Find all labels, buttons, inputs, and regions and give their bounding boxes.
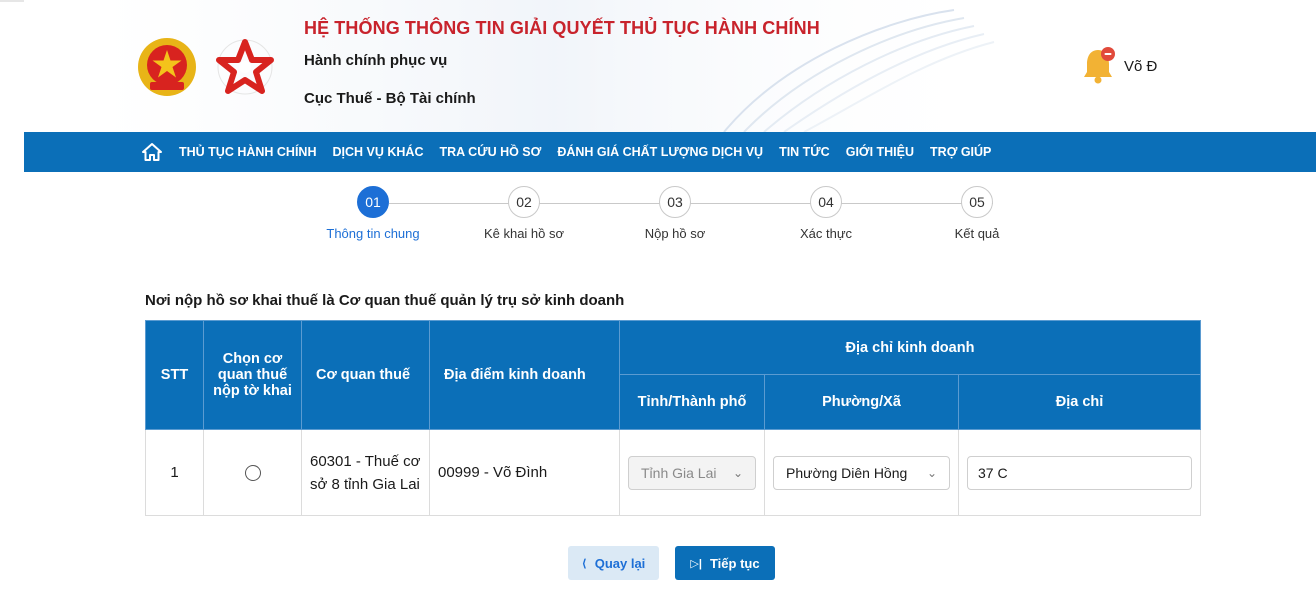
column-header-business-location: Địa điểm kinh doanh — [429, 320, 620, 430]
ward-select-value: Phường Diên Hồng — [786, 464, 908, 481]
step-verify: 04 Xác thực — [766, 186, 886, 241]
province-select-value: Tỉnh Gia Lai — [641, 464, 717, 481]
address-input[interactable]: 37 C — [967, 455, 1193, 490]
cell-choose — [203, 429, 302, 516]
site-header: HỆ THỐNG THÔNG TIN GIẢI QUYẾT THỦ TỤC HÀ… — [24, 0, 1316, 132]
column-header-ward: Phường/Xã — [764, 374, 959, 430]
notification-bell-icon[interactable] — [1082, 44, 1118, 84]
cell-ward: Phường Diên Hồng ⌄ — [764, 429, 959, 516]
agency-name: Cục Thuế - Bộ Tài chính — [304, 90, 476, 107]
column-header-choose-office: Chọn cơ quan thuế nộp tờ khai — [203, 320, 302, 430]
chevron-down-icon: ⌄ — [732, 465, 743, 480]
system-subtitle: Hành chính phục vụ — [304, 52, 448, 69]
province-select: Tỉnh Gia Lai ⌄ — [628, 455, 756, 490]
tax-office-table: STT Chọn cơ quan thuế nộp tờ khai Cơ qua… — [145, 320, 1202, 516]
nav-menu: THỦ TỤC HÀNH CHÍNH DỊCH VỤ KHÁC TRA CỨU … — [179, 132, 1007, 172]
column-header-address: Địa chỉ — [957, 374, 1202, 430]
step-number: 03 — [659, 186, 691, 218]
column-header-province: Tỉnh/Thành phố — [619, 374, 765, 430]
back-button[interactable]: ⟨ Quay lại — [568, 546, 659, 580]
home-icon[interactable] — [142, 142, 162, 162]
main-nav: THỦ TỤC HÀNH CHÍNH DỊCH VỤ KHÁC TRA CỨU … — [24, 132, 1316, 172]
nav-item-about[interactable]: GIỚI THIỆU — [846, 145, 914, 159]
step-label: Kê khai hồ sơ — [483, 226, 565, 241]
step-number: 04 — [810, 186, 842, 218]
address-input-value: 37 C — [978, 464, 1008, 481]
progress-stepper: 01 Thông tin chung 02 Kê khai hồ sơ 03 N… — [0, 186, 1316, 246]
section-title: Nơi nộp hồ sơ khai thuế là Cơ quan thuế … — [145, 292, 625, 309]
step-label: Thông tin chung — [326, 226, 420, 241]
step-number: 05 — [961, 186, 993, 218]
next-button[interactable]: ▷| Tiếp tục — [675, 546, 775, 580]
step-label: Nộp hồ sơ — [644, 226, 706, 241]
chevron-down-icon: ⌄ — [926, 465, 937, 480]
next-button-label: Tiếp tục — [709, 555, 760, 571]
step-label: Xác thực — [799, 226, 853, 241]
table-row: 1 60301 - Thuế cơ sở 8 tỉnh Gia Lai 0099… — [145, 429, 1202, 516]
back-button-label: Quay lại — [594, 555, 646, 571]
nav-item-news[interactable]: TIN TỨC — [779, 145, 830, 159]
tax-department-star-logo — [216, 39, 274, 95]
step-number: 02 — [508, 186, 540, 218]
national-emblem-logo — [138, 38, 196, 96]
nav-item-administrative-procedures[interactable]: THỦ TỤC HÀNH CHÍNH — [179, 145, 317, 159]
user-name[interactable]: Võ Đ — [1124, 58, 1157, 75]
skip-next-icon: ▷| — [690, 557, 702, 570]
page: HỆ THỐNG THÔNG TIN GIẢI QUYẾT THỦ TỤC HÀ… — [0, 0, 1316, 598]
cell-tax-office: 60301 - Thuế cơ sở 8 tỉnh Gia Lai — [301, 429, 430, 516]
cell-address: 37 C — [957, 429, 1202, 516]
nav-item-other-services[interactable]: DỊCH VỤ KHÁC — [333, 145, 424, 159]
nav-item-service-quality-rating[interactable]: ĐÁNH GIÁ CHẤT LƯỢNG DỊCH VỤ — [557, 145, 763, 159]
column-header-tax-office: Cơ quan thuế — [301, 320, 430, 430]
column-header-stt: STT — [145, 320, 204, 430]
column-header-business-address: Địa chỉ kinh doanh — [618, 320, 1202, 375]
nav-item-help[interactable]: TRỢ GIÚP — [930, 145, 991, 159]
step-declare-records: 02 Kê khai hồ sơ — [464, 186, 584, 241]
step-label: Kết quả — [954, 226, 1000, 241]
step-number: 01 — [357, 186, 389, 218]
step-submit-records: 03 Nộp hồ sơ — [615, 186, 735, 241]
system-title: HỆ THỐNG THÔNG TIN GIẢI QUYẾT THỦ TỤC HÀ… — [304, 18, 820, 38]
ward-select[interactable]: Phường Diên Hồng ⌄ — [773, 455, 950, 490]
cell-province: Tỉnh Gia Lai ⌄ — [619, 429, 765, 516]
step-result: 05 Kết quả — [917, 186, 1037, 241]
cell-business-location: 00999 - Võ Đình — [429, 429, 620, 516]
chevron-left-icon: ⟨ — [581, 557, 587, 570]
select-tax-office-radio[interactable] — [244, 464, 261, 481]
cell-stt: 1 — [145, 429, 204, 516]
step-general-info: 01 Thông tin chung — [313, 186, 433, 241]
nav-item-lookup-records[interactable]: TRA CỨU HỒ SƠ — [439, 145, 541, 159]
